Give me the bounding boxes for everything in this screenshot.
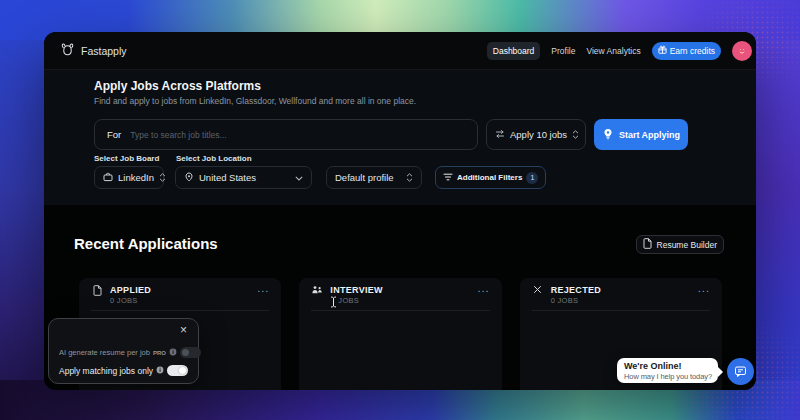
avatar[interactable]: [732, 41, 752, 61]
filter-icon: [443, 173, 453, 183]
nav-dashboard[interactable]: Dashboard: [487, 42, 541, 60]
column-menu-button[interactable]: ...: [257, 285, 269, 292]
chat-button[interactable]: [727, 358, 754, 385]
hero-section: Apply Jobs Across Platforms Find and app…: [44, 70, 756, 205]
ai-resume-toggle[interactable]: [180, 347, 201, 358]
briefcase-icon: [103, 172, 113, 184]
page-subtitle: Find and apply to jobs from LinkedIn, Gl…: [94, 96, 756, 107]
chevron-up-down-icon: [572, 130, 579, 139]
brand[interactable]: Fastapply: [60, 42, 127, 59]
navbar: Fastapply Dashboard Profile View Analyti…: [44, 32, 756, 70]
column-menu-button[interactable]: ...: [698, 285, 710, 292]
location-pin-icon: [184, 172, 194, 184]
interview-column: INTERVIEW JOBS ...: [299, 278, 501, 390]
column-title: INTERVIEW: [330, 285, 383, 295]
brand-name: Fastapply: [81, 45, 127, 57]
recent-applications-title: Recent Applications: [74, 235, 218, 252]
document-icon: [643, 238, 652, 251]
x-icon: [532, 285, 544, 294]
app-window: Fastapply Dashboard Profile View Analyti…: [44, 32, 756, 390]
profile-select[interactable]: Default profile: [326, 166, 422, 189]
column-count: 0 JOBS: [551, 297, 601, 305]
fastapply-logo-icon: [60, 42, 75, 59]
profile-value: Default profile: [335, 172, 394, 183]
column-count: JOBS: [330, 297, 383, 305]
search-prefix: For: [107, 129, 121, 140]
job-board-label: Select Job Board: [94, 154, 176, 163]
earn-credits-button[interactable]: Earn credits: [652, 42, 721, 60]
job-board-select[interactable]: LinkedIn: [94, 166, 164, 189]
gift-icon: [658, 45, 667, 56]
job-location-label: Select Job Location: [176, 154, 252, 163]
matching-jobs-label: Apply matching jobs only: [59, 366, 153, 376]
start-applying-label: Start Applying: [619, 130, 680, 140]
users-icon: [311, 285, 323, 295]
job-location-select[interactable]: United States: [175, 166, 312, 189]
additional-filters-button[interactable]: Additional Filters 1: [435, 166, 546, 189]
text-cursor: [330, 294, 337, 312]
info-icon: [156, 366, 164, 376]
file-icon: [91, 285, 103, 296]
nav-profile[interactable]: Profile: [551, 46, 575, 56]
close-icon[interactable]: ×: [180, 323, 187, 337]
chat-status: We're Online!: [624, 361, 711, 371]
earn-credits-label: Earn credits: [670, 46, 715, 56]
chevron-down-icon: [295, 172, 303, 183]
matching-jobs-toggle[interactable]: [167, 365, 188, 376]
swap-arrows-icon: [495, 129, 505, 141]
resume-builder-button[interactable]: Resume Builder: [636, 235, 724, 254]
additional-filters-label: Additional Filters: [457, 173, 522, 182]
job-location-value: United States: [199, 172, 256, 183]
column-title: REJECTED: [551, 285, 601, 295]
start-applying-button[interactable]: Start Applying: [594, 119, 688, 150]
apply-count-select[interactable]: Apply 10 jobs: [486, 119, 586, 150]
search-input[interactable]: [130, 130, 465, 140]
apply-count-value: Apply 10 jobs: [510, 129, 567, 140]
pro-tag: PRO: [153, 350, 166, 356]
chat-message: How may I help you today?: [624, 372, 711, 381]
lightbulb-icon: [602, 128, 614, 142]
page-title: Apply Jobs Across Platforms: [94, 79, 756, 94]
resume-builder-label: Resume Builder: [657, 240, 717, 250]
ai-resume-label: AI generate resume per job: [59, 348, 150, 357]
filters-count-badge: 1: [526, 172, 538, 184]
chevron-up-down-icon: [159, 173, 166, 182]
apply-options-popup: × AI generate resume per job PRO Apply m…: [48, 318, 199, 384]
chat-tooltip: We're Online! How may I help you today?: [617, 358, 718, 383]
info-icon: [169, 348, 177, 358]
column-count: 0 JOBS: [110, 297, 151, 305]
chevron-up-down-icon: [406, 173, 413, 182]
column-menu-button[interactable]: ...: [477, 285, 489, 292]
job-title-search[interactable]: For: [94, 119, 478, 150]
column-title: APPLIED: [110, 285, 151, 295]
nav-view-analytics[interactable]: View Analytics: [586, 46, 640, 56]
job-board-value: LinkedIn: [118, 172, 154, 183]
